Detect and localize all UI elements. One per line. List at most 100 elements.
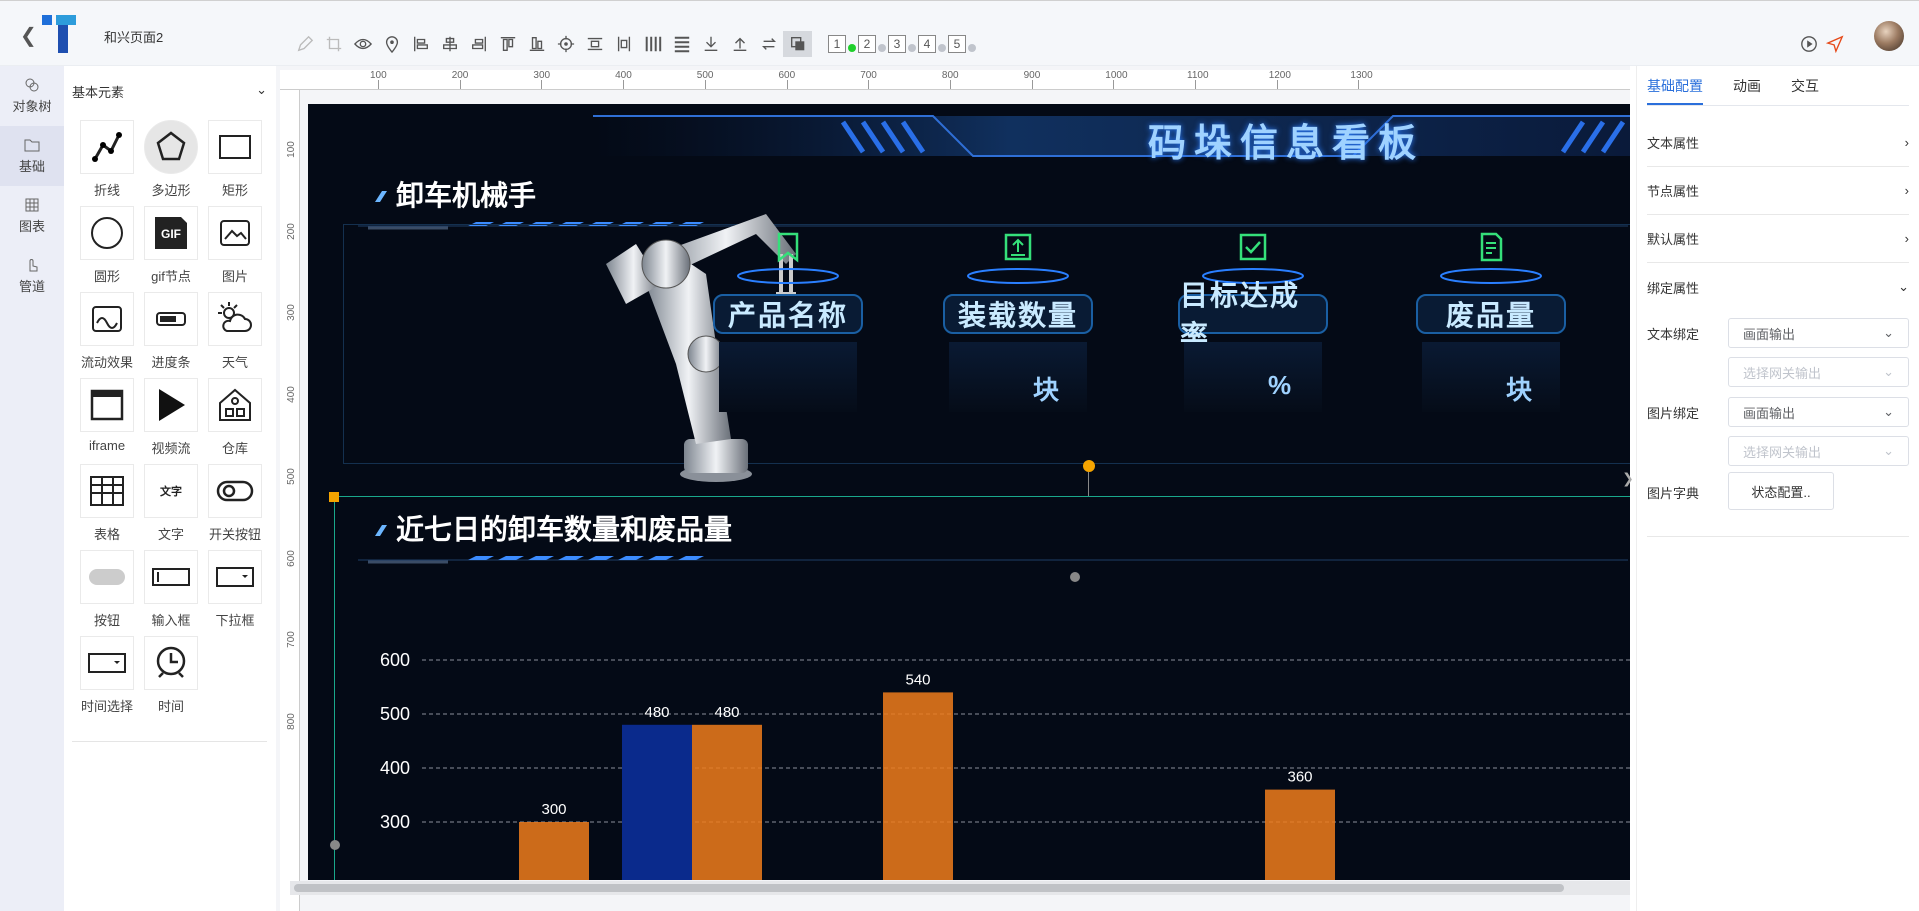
select-value: 画面输出: [1743, 326, 1796, 342]
palette-item-circle[interactable]: 圆形: [75, 206, 139, 292]
tab-animation[interactable]: 动画: [1733, 66, 1761, 105]
palette-item-clock[interactable]: 时间: [139, 636, 203, 722]
palette-item-label: 输入框: [151, 613, 191, 628]
align-left-icon[interactable]: [406, 31, 435, 57]
page-tab-2[interactable]: 2: [858, 35, 876, 53]
table-chart-icon: [25, 198, 39, 212]
chart-bar: [1265, 789, 1335, 880]
rectangle-icon: [219, 135, 251, 159]
rail-item-chart[interactable]: 图表: [0, 186, 64, 246]
chevron-down-icon: ⌄: [1883, 325, 1894, 340]
anchor-handle[interactable]: [1070, 572, 1080, 582]
page-tab-1[interactable]: 1: [828, 35, 846, 53]
tab-interaction[interactable]: 交互: [1791, 66, 1819, 105]
polygon-icon: [156, 131, 186, 161]
state-config-button[interactable]: 状态配置..: [1728, 472, 1834, 510]
palette-item-warehouse[interactable]: 仓库: [203, 378, 267, 464]
palette-item-time-picker[interactable]: 时间选择: [75, 636, 139, 722]
palette-item-button[interactable]: 按钮: [75, 550, 139, 636]
bar-value-label: 480: [644, 704, 669, 721]
image-gateway-select[interactable]: 选择网关输出 ⌄: [1728, 436, 1909, 466]
crop-icon[interactable]: [319, 31, 348, 57]
palette-item-table[interactable]: 表格: [75, 464, 139, 550]
y-tick-label: 300: [380, 812, 410, 832]
page-tab-3[interactable]: 3: [888, 35, 906, 53]
palette-item-label: 下拉框: [215, 613, 255, 628]
layers-icon[interactable]: [783, 31, 812, 57]
chevron-right-icon: ›: [1904, 135, 1909, 150]
resize-handle[interactable]: [329, 492, 339, 502]
scrollbar-thumb[interactable]: [294, 884, 1564, 892]
section-text-props[interactable]: 文本属性 ›: [1647, 119, 1909, 167]
distribute-h-icon[interactable]: [580, 31, 609, 57]
publish-send-icon[interactable]: [1825, 35, 1844, 54]
align-bottom-icon[interactable]: [522, 31, 551, 57]
tab-basic-config[interactable]: 基础配置: [1647, 66, 1703, 105]
palette-item-gif[interactable]: GIF gif节点: [139, 206, 203, 292]
palette-item-dropdown[interactable]: 下拉框: [203, 550, 267, 636]
palette-item-rectangle[interactable]: 矩形: [203, 120, 267, 206]
palette-item-video[interactable]: 视频流: [139, 378, 203, 464]
kpi-value-area: [1422, 342, 1560, 412]
columns-icon[interactable]: [638, 31, 667, 57]
dashboard-title: 码垛信息看板: [1148, 123, 1425, 165]
align-center-h-icon[interactable]: [435, 31, 464, 57]
page-tab-5[interactable]: 5: [948, 35, 966, 53]
section-binding-props[interactable]: 绑定属性 ⌄: [1647, 263, 1909, 311]
dashboard-stage[interactable]: 码垛信息看板 卸车机械手 产品名称 装载数量 块 目标达成率 % 废品量 块 近…: [308, 104, 1630, 880]
align-top-icon[interactable]: [493, 31, 522, 57]
rail-item-pipe[interactable]: 管道: [0, 246, 64, 306]
kpi-pedestal: [1440, 268, 1542, 284]
kpi-pedestal: [967, 268, 1069, 284]
location-pin-icon[interactable]: [377, 31, 406, 57]
palette-item-polygon[interactable]: 多边形: [139, 120, 203, 206]
eye-icon[interactable]: [348, 31, 377, 57]
palette-item-label: 时间选择: [80, 699, 133, 714]
palette-item-label: 多边形: [151, 183, 191, 198]
download-icon[interactable]: [696, 31, 725, 57]
rotate-handle[interactable]: [1083, 460, 1095, 472]
upload-icon[interactable]: [725, 31, 754, 57]
button-icon: [89, 569, 125, 585]
user-avatar[interactable]: [1874, 21, 1904, 51]
section-node-props[interactable]: 节点属性 ›: [1647, 167, 1909, 215]
palette-item-iframe[interactable]: iframe: [75, 378, 139, 464]
app-root: ❮ 和兴页面2 1 2 3 4 5 对象树 基础 图表 管道 基本元素 ⌄ 折线…: [0, 0, 1919, 911]
rail-item-basic[interactable]: 基础: [0, 126, 64, 186]
palette-header[interactable]: 基本元素 ⌄: [72, 82, 267, 101]
swap-icon[interactable]: [754, 31, 783, 57]
target-center-icon[interactable]: [551, 31, 580, 57]
section-default-props[interactable]: 默认属性 ›: [1647, 215, 1909, 263]
kpi-value-area: [949, 342, 1087, 412]
text-gateway-select[interactable]: 选择网关输出 ⌄: [1728, 357, 1909, 387]
image-binding-select[interactable]: 画面输出 ⌄: [1728, 397, 1909, 427]
pencil-icon[interactable]: [290, 31, 319, 57]
image-icon: [220, 220, 250, 246]
section-marker-icon: [375, 525, 387, 536]
palette-item-text[interactable]: 文字 文字: [139, 464, 203, 550]
palette-item-weather[interactable]: 天气: [203, 292, 267, 378]
chevron-down-icon: ⌄: [1883, 443, 1894, 458]
palette-item-toggle[interactable]: 开关按钮: [203, 464, 267, 550]
palette-item-image[interactable]: 图片: [203, 206, 267, 292]
distribute-v-icon[interactable]: [609, 31, 638, 57]
align-right-icon[interactable]: [464, 31, 493, 57]
panel-collapse-chevron-icon[interactable]: ❯: [1622, 465, 1634, 491]
palette-item-label: 仓库: [221, 441, 248, 456]
palette-item-polyline[interactable]: 折线: [75, 120, 139, 206]
rows-icon[interactable]: [667, 31, 696, 57]
canvas-area[interactable]: 100 200 300 400 500 600 700 800 900 1000 1100 1200 1…: [276, 66, 1630, 911]
palette-item-progress[interactable]: 进度条: [139, 292, 203, 378]
palette-item-input[interactable]: 输入框: [139, 550, 203, 636]
horizontal-scrollbar[interactable]: [290, 881, 1630, 895]
rail-item-label: 管道: [18, 279, 45, 294]
play-preview-icon[interactable]: [1800, 35, 1818, 53]
bar-chart: 600 500 400 300 300 480 480 540 360: [380, 650, 1630, 880]
anchor-handle[interactable]: [330, 840, 340, 850]
back-arrow-icon[interactable]: ❮: [20, 23, 37, 48]
chevron-down-icon: ⌄: [1883, 364, 1894, 379]
rail-item-object-tree[interactable]: 对象树: [0, 66, 64, 126]
palette-item-flow-effect[interactable]: 流动效果: [75, 292, 139, 378]
text-binding-select[interactable]: 画面输出 ⌄: [1728, 318, 1909, 348]
page-tab-4[interactable]: 4: [918, 35, 936, 53]
